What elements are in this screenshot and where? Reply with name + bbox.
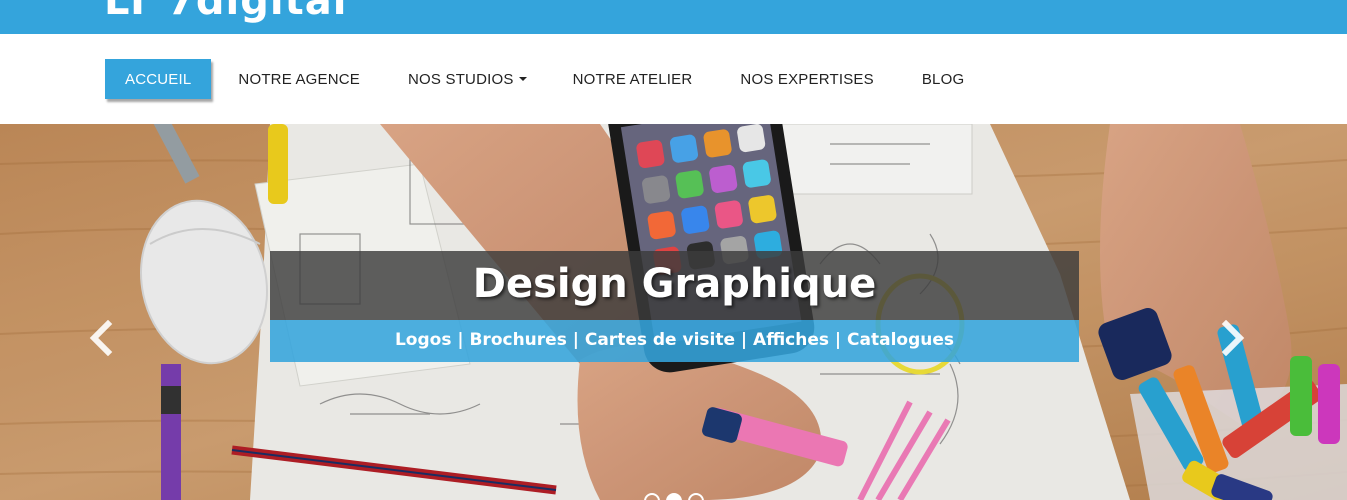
nav-item-notre-agence[interactable]: NOTRE AGENCE (238, 59, 360, 99)
carousel-prev-button[interactable] (86, 320, 116, 356)
main-navbar: ACCUEIL NOTRE AGENCE NOS STUDIOS NOTRE A… (0, 34, 1347, 124)
carousel-indicator-3[interactable] (688, 493, 704, 500)
carousel-indicator-1[interactable] (644, 493, 660, 500)
chevron-left-icon (89, 320, 113, 356)
caret-down-icon (518, 77, 527, 81)
chevron-right-icon (1221, 320, 1245, 356)
site-logo[interactable]: LT 7digital (104, 0, 347, 24)
brand-bar: LT 7digital (0, 0, 1347, 34)
nav-item-nos-expertises[interactable]: NOS EXPERTISES (740, 59, 873, 99)
nav-item-nos-studios[interactable]: NOS STUDIOS (408, 59, 527, 99)
nav-item-label: NOTRE ATELIER (572, 70, 693, 88)
nav-item-label: NOTRE AGENCE (238, 70, 361, 88)
nav-menu: ACCUEIL NOTRE AGENCE NOS STUDIOS NOTRE A… (105, 59, 964, 99)
nav-item-blog[interactable]: BLOG (922, 59, 964, 99)
caption-subtitle-box: Logos | Brochures | Cartes de visite | A… (270, 320, 1079, 362)
carousel-next-button[interactable] (1218, 320, 1248, 356)
slide-subtitle: Logos | Brochures | Cartes de visite | A… (394, 330, 955, 350)
nav-item-label: BLOG (921, 70, 965, 88)
caption-title-box: Design Graphique (270, 251, 1079, 320)
nav-item-label: ACCUEIL (125, 70, 192, 88)
slide-title: Design Graphique (472, 261, 877, 307)
carousel-indicators (644, 493, 704, 500)
nav-item-label: NOS EXPERTISES (740, 70, 874, 88)
nav-item-notre-atelier[interactable]: NOTRE ATELIER (573, 59, 693, 99)
carousel-caption: Design Graphique Logos | Brochures | Car… (270, 251, 1079, 362)
nav-item-accueil[interactable]: ACCUEIL (105, 59, 212, 99)
carousel-indicator-2[interactable] (666, 493, 682, 500)
hero-carousel: Design Graphique Logos | Brochures | Car… (0, 124, 1347, 500)
nav-item-label: NOS STUDIOS (408, 70, 514, 88)
